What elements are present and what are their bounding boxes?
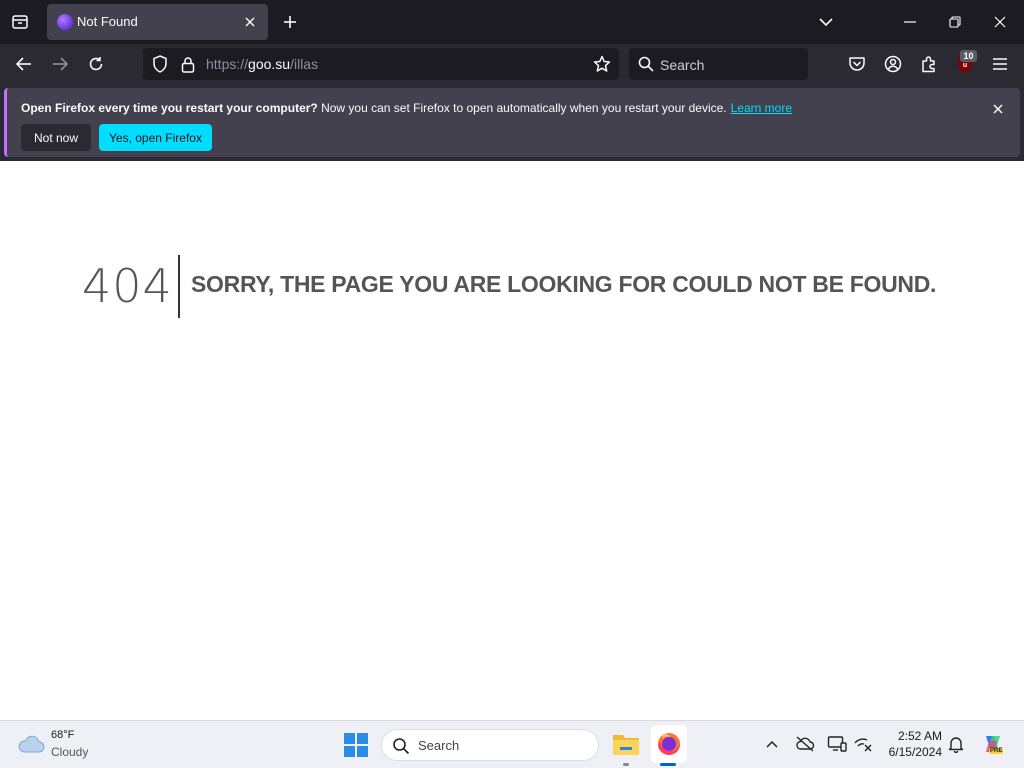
tab-list-icon[interactable] [6,8,34,36]
url-host: goo.su [248,56,291,72]
running-indicator [623,763,629,766]
bell-icon[interactable] [947,735,965,754]
pocket-icon[interactable] [843,50,871,78]
cloud-weather-icon[interactable] [16,732,46,756]
search-icon [392,737,410,755]
yes-open-firefox-button[interactable]: Yes, open Firefox [99,124,212,151]
taskbar-search-placeholder: Search [418,738,460,753]
notification-area: Open Firefox every time you restart your… [0,85,1024,161]
navigation-toolbar: https://goo.su/illas Search u [0,44,1024,85]
tab-strip: Not Found [0,0,1024,44]
reload-icon[interactable] [82,50,110,78]
plus-icon[interactable] [278,8,302,36]
clock-time[interactable]: 2:52 AM [880,729,942,743]
star-icon[interactable] [591,53,613,75]
tab-title: Not Found [77,14,138,29]
clock-date[interactable]: 6/15/2024 [880,745,942,759]
browser-tab[interactable]: Not Found [47,4,268,40]
url-path: /illas [290,56,319,72]
shield-icon[interactable] [151,55,169,73]
close-icon[interactable] [240,12,260,32]
error-divider [178,255,180,318]
page-content: 404 SORRY, THE PAGE YOU ARE LOOKING FOR … [0,161,1024,720]
firefox-icon[interactable] [651,725,687,763]
windows-start-icon[interactable] [343,732,369,758]
url-text[interactable]: https://goo.su/illas [206,56,318,72]
not-now-button[interactable]: Not now [21,124,91,151]
close-icon[interactable] [990,101,1006,117]
windows-taskbar: 68°F Cloudy Search 2:52 AM 6/15/2024 PRE [0,720,1024,768]
search-icon [637,55,655,73]
lock-icon[interactable] [179,55,197,73]
url-scheme: https:// [206,56,249,72]
restart-notification-bar: Open Firefox every time you restart your… [4,88,1020,157]
active-app-indicator [660,763,676,766]
back-arrow-icon[interactable] [10,50,38,78]
minimize-icon[interactable] [896,8,924,36]
url-bar[interactable]: https://goo.su/illas [143,48,619,80]
weather-description[interactable]: Cloudy [51,745,88,759]
firefox-favicon-icon [57,14,73,30]
account-icon[interactable] [879,50,907,78]
error-message: SORRY, THE PAGE YOU ARE LOOKING FOR COUL… [191,271,937,297]
weather-temperature[interactable]: 68°F [51,729,74,741]
restore-icon[interactable] [941,8,969,36]
onedrive-icon[interactable] [795,735,815,753]
notification-body: Now you can set Firefox to open automati… [317,101,727,115]
chevron-down-icon[interactable] [812,8,840,36]
notification-title: Open Firefox every time you restart your… [21,101,318,115]
search-placeholder: Search [660,57,705,73]
close-window-icon[interactable] [986,8,1014,36]
forward-arrow-icon[interactable] [46,50,74,78]
learn-more-link[interactable]: Learn more [731,101,792,115]
ublock-badge: 10 [960,50,977,62]
svg-text:u: u [963,62,967,69]
file-explorer-icon[interactable] [610,727,642,761]
display-icon[interactable] [827,735,847,753]
copilot-preview-badge: PRE [989,748,1004,754]
error-code: 404 [82,259,173,313]
notification-text: Open Firefox every time you restart your… [21,101,792,115]
search-bar[interactable]: Search [629,48,808,80]
network-icon[interactable] [853,735,873,753]
taskbar-search-box[interactable]: Search [381,729,599,761]
hamburger-menu-icon[interactable] [986,50,1014,78]
extensions-icon[interactable] [915,50,943,78]
chevron-up-icon[interactable] [763,735,781,753]
